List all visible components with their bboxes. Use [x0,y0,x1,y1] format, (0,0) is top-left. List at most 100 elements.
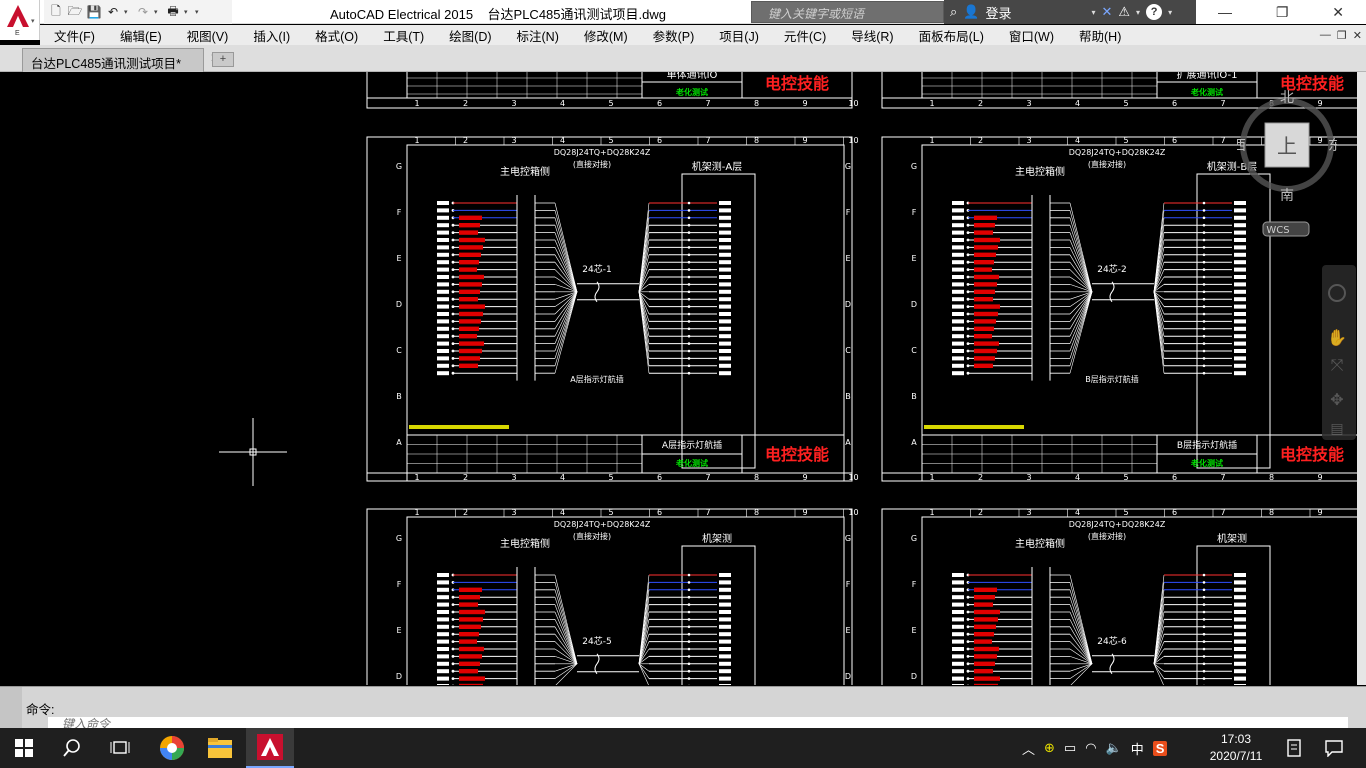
row-letter: D [396,672,402,681]
print-icon[interactable]: 🖶 [165,4,181,20]
action-center-button[interactable] [1310,728,1358,768]
menu-window[interactable]: 窗口(W) [995,26,1065,45]
volume-icon[interactable]: 🔈 [1106,740,1122,756]
terminal-block [952,610,964,614]
terminal-dot [687,603,691,606]
redo-icon[interactable]: ↷ [135,4,151,20]
a360-dropdown-icon[interactable]: ▾ [1136,8,1140,17]
redo-dropdown-icon[interactable]: ▾ [154,8,162,16]
menu-insert[interactable]: 插入(I) [239,26,301,45]
terminal-block [437,223,449,228]
compass-north[interactable]: 北 [1280,90,1294,106]
terminal-block [1234,341,1246,346]
restore-icon[interactable]: ❐ [1276,4,1289,21]
menu-modify[interactable]: 修改(M) [570,26,639,45]
compass-east[interactable]: 东 [1328,138,1337,154]
exchange-icon[interactable]: ✕ [1101,4,1112,20]
doc-minimize-icon[interactable]: — [1320,29,1331,41]
doc-restore-icon[interactable]: ❐ [1337,29,1347,42]
start-button[interactable] [0,728,48,768]
menu-draw[interactable]: 绘图(D) [435,26,502,45]
viewcube[interactable]: 上 北 南 东 西 WCS [1237,90,1337,250]
terminal-block [952,669,964,674]
showmotion-icon[interactable]: ▤ [1330,421,1343,437]
battery-icon[interactable]: ▭ [1064,740,1076,756]
customize-toolbar-icon[interactable]: ▾ [195,8,203,16]
minimize-icon[interactable]: — [1218,4,1232,20]
notes-icon [1287,739,1301,757]
ime-indicator[interactable]: 中 [1131,739,1144,758]
tab-drawing[interactable]: 台达PLC485通讯测试项目* [22,48,204,72]
terminal-block [952,282,964,287]
compass-south[interactable]: 南 [1280,188,1294,204]
orbit-icon[interactable]: ✥ [1330,390,1343,409]
search-input[interactable]: 键入关键字或短语 [751,1,944,23]
taskbar-app-file-explorer[interactable] [196,728,244,768]
label-strip [974,669,993,674]
open-file-icon[interactable]: 🗁 [67,4,83,20]
new-tab-button[interactable]: + [212,52,234,67]
terminal-dot [687,290,691,294]
column-number: 7 [705,136,710,145]
menu-wires[interactable]: 导线(R) [837,26,904,45]
menu-help[interactable]: 帮助(H) [1065,26,1132,45]
row-letter: G [396,534,402,543]
cable-label: 24芯-5 [582,635,611,647]
print-dropdown-icon[interactable]: ▾ [184,8,192,16]
search-taskbar-button[interactable] [48,728,96,768]
terminal-block [719,580,731,585]
login-dropdown-icon[interactable]: ▾ [1091,8,1095,17]
login-button[interactable]: 登录 [985,3,1085,22]
right-side-label: 机架测-A层 [692,160,742,173]
menu-dimension[interactable]: 标注(N) [503,26,570,45]
menu-project[interactable]: 项目(J) [705,26,770,45]
undo-dropdown-icon[interactable]: ▾ [124,8,132,16]
terminal-dot [1202,603,1206,606]
help-icon[interactable]: ? [1146,4,1163,20]
show-hidden-icons[interactable]: ︿ [1022,739,1035,758]
pan-icon[interactable]: ✋ [1327,328,1347,347]
new-file-icon[interactable]: 🗋 [48,4,64,20]
help-dropdown-icon[interactable]: ▾ [1168,8,1172,17]
label-strip [974,676,1000,681]
zoom-icon[interactable]: ⤧ [1331,355,1344,374]
task-view-button[interactable] [96,728,144,768]
taskbar-clock[interactable]: 17:03 2020/7/11 [1200,731,1272,765]
label-strip [459,356,480,361]
user-icon[interactable]: 👤 [963,4,979,20]
drawing-svg[interactable]: 单体通讯IO老化测试 电控技能1 2 3 4 5 6 7 8 9 10扩展通讯IO-1老化测试 电控技… [0,72,1357,685]
menu-panel-layout[interactable]: 面板布局(L) [905,26,995,45]
sogou-ime-icon[interactable]: S [1152,740,1168,756]
menu-view[interactable]: 视图(V) [173,26,240,45]
menu-file[interactable]: 文件(F) [40,26,106,45]
wifi-icon[interactable]: ◠ [1085,740,1096,756]
vertical-scrollbar[interactable] [1357,72,1366,685]
menu-components[interactable]: 元件(C) [770,26,837,45]
a360-icon[interactable]: ⚠ [1118,4,1130,20]
taskbar-app-autocad[interactable] [246,728,294,768]
security-tray-icon[interactable]: ⊕ [1044,740,1055,756]
steering-wheel-icon[interactable] [1328,284,1346,302]
terminal-dot [687,655,691,658]
undo-icon[interactable]: ↶ [105,4,121,20]
menu-edit[interactable]: 编辑(E) [106,26,173,45]
terminal-block [952,587,964,592]
task-view-icon [110,741,130,754]
menu-parametric[interactable]: 参数(P) [639,26,706,45]
drawing-canvas[interactable]: 单体通讯IO 老化测试 电控技能 1 2 3 4 5 6 7 8 9 10 扩展通讯IO-1 老化测试 电控技… [0,72,1357,685]
application-menu-button[interactable]: E ▾ [0,0,40,40]
close-icon[interactable]: ✕ [1332,4,1344,21]
fan-wire-left [554,225,578,292]
column-number: 1 [414,473,419,482]
compass-west[interactable]: 西 [1237,138,1246,154]
menu-tools[interactable]: 工具(T) [369,26,435,45]
menu-format[interactable]: 格式(O) [301,26,369,45]
terminal-block [437,215,449,220]
binoculars-icon[interactable]: ⌕ [950,4,957,20]
terminal-block [719,230,731,235]
command-line-grip[interactable] [0,687,22,729]
terminal-block [1234,624,1246,629]
doc-close-icon[interactable]: ✕ [1353,29,1362,42]
taskbar-app-360browser[interactable] [148,728,196,768]
save-icon[interactable]: 💾 [86,4,102,20]
